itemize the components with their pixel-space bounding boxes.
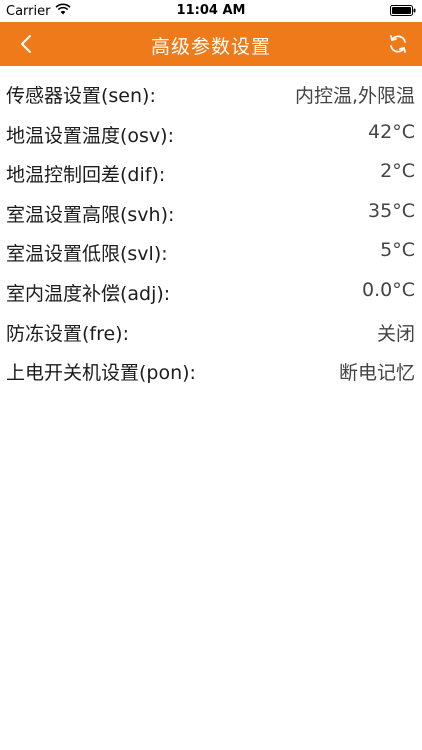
setting-row-antifreeze[interactable]: 防冻设置(fre): 关闭 [0, 312, 422, 352]
page-title: 高级参数设置 [150, 36, 271, 58]
app-screen: Carrier 11:04 AM 高级参数设置 传感器设置(sen): 内控温,… [0, 0, 422, 750]
setting-label: 地温设置温度(osv): [6, 124, 174, 147]
status-time: 11:04 AM [176, 3, 246, 18]
setting-value: 关闭 [376, 322, 415, 345]
setting-row-room-low-limit[interactable]: 室温设置低限(svl): 5°C [0, 232, 422, 272]
setting-value: 内控温,外限温 [294, 85, 415, 107]
nav-bar: 高级参数设置 [0, 22, 422, 66]
setting-value: 35°C [368, 199, 415, 222]
setting-row-hysteresis[interactable]: 地温控制回差(dif): 2°C [0, 153, 422, 193]
setting-label: 防冻设置(fre): [6, 322, 129, 345]
setting-value: 5°C [380, 239, 415, 262]
setting-label: 室温设置低限(svl): [6, 243, 168, 266]
setting-row-temp-compensation[interactable]: 室内温度补偿(adj): 0.0°C [0, 272, 422, 312]
setting-row-floor-temp[interactable]: 地温设置温度(osv): 42°C [0, 114, 422, 154]
setting-value: 2°C [380, 160, 415, 183]
setting-row-room-high-limit[interactable]: 室温设置高限(svh): 35°C [0, 193, 422, 233]
setting-value: 42°C [368, 120, 415, 143]
battery-icon [390, 5, 416, 16]
refresh-icon [390, 35, 406, 53]
setting-value: 0.0°C [362, 278, 415, 301]
settings-list: 传感器设置(sen): 内控温,外限温 地温设置温度(osv): 42°C 地温… [0, 74, 422, 391]
setting-row-sensor[interactable]: 传感器设置(sen): 内控温,外限温 [0, 74, 422, 114]
setting-value: 断电记忆 [338, 362, 415, 385]
setting-row-power-on[interactable]: 上电开关机设置(pon): 断电记忆 [0, 351, 422, 391]
status-bar: Carrier 11:04 AM [0, 0, 422, 22]
setting-label: 地温控制回差(dif): [6, 164, 166, 187]
setting-label: 上电开关机设置(pon): [6, 362, 196, 385]
refresh-button[interactable] [386, 32, 410, 56]
setting-label: 室温设置高限(svh): [6, 203, 175, 226]
setting-label: 传感器设置(sen): [6, 85, 156, 107]
setting-label: 室内温度补偿(adj): [6, 282, 171, 305]
